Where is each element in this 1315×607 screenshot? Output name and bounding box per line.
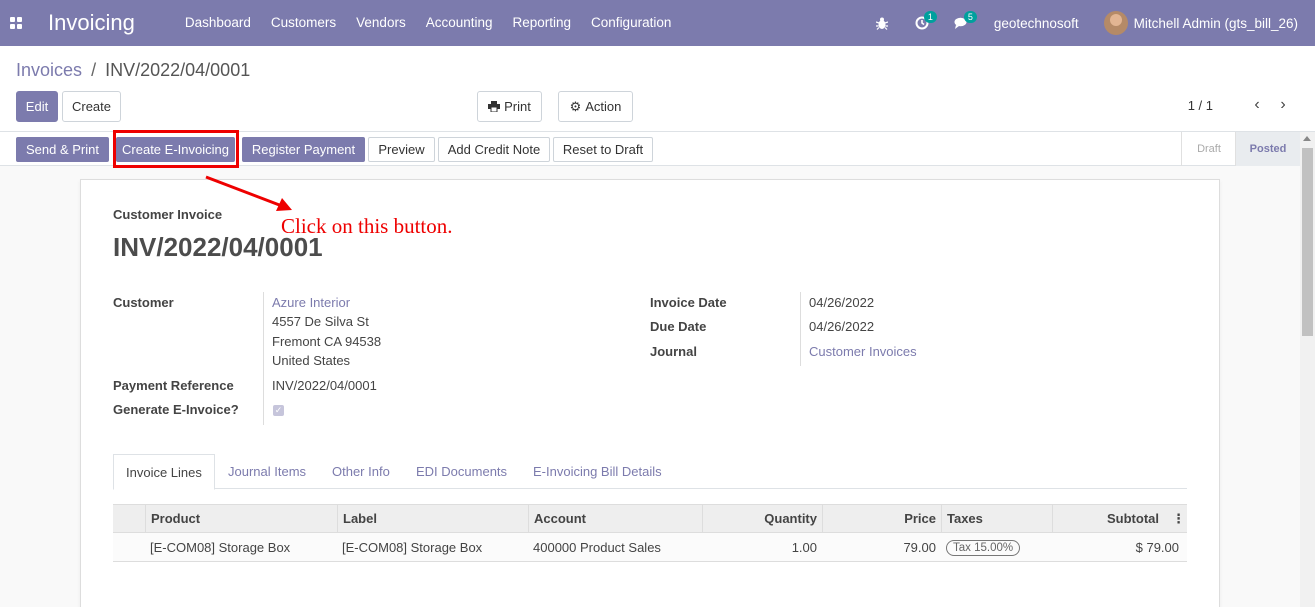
column-account[interactable]: Account xyxy=(528,505,702,532)
print-button[interactable]: Print xyxy=(477,91,542,122)
address-line-1: 4557 De Silva St xyxy=(272,314,369,329)
column-label[interactable]: Label xyxy=(337,505,528,532)
messages-icon[interactable]: 5 xyxy=(942,0,982,46)
address-line-3: United States xyxy=(272,353,351,368)
column-taxes[interactable]: Taxes xyxy=(941,505,1052,532)
column-price[interactable]: Price xyxy=(822,505,941,532)
preview-button[interactable]: Preview xyxy=(368,137,435,162)
pager-value[interactable]: 1 / 1 xyxy=(1188,98,1213,113)
status-stages: Draft Posted xyxy=(1181,132,1315,166)
form-sheet: Customer Invoice INV/2022/04/0001 Custom… xyxy=(80,179,1220,607)
customer-label: Customer xyxy=(113,295,174,310)
menu-item-dashboard[interactable]: Dashboard xyxy=(175,0,261,46)
payment-reference-value: INV/2022/04/0001 xyxy=(272,378,377,393)
cell-quantity: 1.00 xyxy=(791,540,817,555)
action-label: Action xyxy=(585,99,622,114)
tab-other-info[interactable]: Other Info xyxy=(332,454,390,489)
cell-subtotal: $ 79.00 xyxy=(1135,540,1179,555)
address-line-2: Fremont CA 94538 xyxy=(272,334,382,349)
customer-link[interactable]: Azure Interior xyxy=(272,295,350,310)
add-credit-note-button[interactable]: Add Credit Note xyxy=(438,137,550,162)
edit-button[interactable]: Edit xyxy=(16,91,58,122)
cell-price: 79.00 xyxy=(903,540,936,555)
tab-einvoicing-bill-details[interactable]: E-Invoicing Bill Details xyxy=(533,454,662,489)
breadcrumb-current: INV/2022/04/0001 xyxy=(105,60,251,80)
activity-clock-icon[interactable]: 1 xyxy=(902,0,942,46)
main-menu: Dashboard Customers Vendors Accounting R… xyxy=(175,0,682,46)
due-date-label: Due Date xyxy=(650,319,707,334)
column-subtotal[interactable]: Subtotal xyxy=(1052,505,1164,532)
scroll-up-icon[interactable] xyxy=(1303,136,1311,141)
action-button[interactable]: ⚙ Action xyxy=(558,91,633,122)
register-payment-button[interactable]: Register Payment xyxy=(242,137,365,162)
table-row[interactable]: [E-COM08] Storage Box [E-COM08] Storage … xyxy=(113,533,1187,562)
breadcrumb-separator: / xyxy=(91,60,97,80)
form-content: Customer Invoice INV/2022/04/0001 Custom… xyxy=(0,166,1300,607)
annotation-arrow xyxy=(205,175,292,211)
reset-to-draft-button[interactable]: Reset to Draft xyxy=(553,137,653,162)
due-date-value: 04/26/2022 xyxy=(809,319,875,334)
breadcrumb-invoices[interactable]: Invoices xyxy=(16,60,82,80)
company-switcher[interactable]: geotechnosoft xyxy=(994,16,1079,31)
printer-icon xyxy=(488,101,501,112)
column-options-icon[interactable]: ⋮ xyxy=(1172,505,1185,532)
top-navbar: Invoicing Dashboard Customers Vendors Ac… xyxy=(0,0,1315,46)
invoice-date-label: Invoice Date xyxy=(650,295,727,310)
generate-einvoice-checkbox[interactable]: ✓ xyxy=(273,405,284,416)
cell-product: [E-COM08] Storage Box xyxy=(150,540,291,555)
column-product[interactable]: Product xyxy=(145,505,337,532)
user-menu[interactable]: Mitchell Admin (gts_bill_26) xyxy=(1103,11,1298,35)
notebook-tabs: Invoice Lines Journal Items Other Info E… xyxy=(113,454,1187,490)
journal-link[interactable]: Customer Invoices xyxy=(809,344,917,359)
cell-taxes: Tax 15.00% xyxy=(941,533,1052,562)
send-print-button[interactable]: Send & Print xyxy=(16,137,109,162)
field-divider-right xyxy=(800,292,801,366)
menu-item-customers[interactable]: Customers xyxy=(261,0,346,46)
menu-item-accounting[interactable]: Accounting xyxy=(416,0,503,46)
pager-next-icon[interactable]: › xyxy=(1271,93,1295,117)
tab-invoice-lines[interactable]: Invoice Lines xyxy=(113,454,215,490)
annotation-text: Click on this button. xyxy=(281,214,453,238)
user-name: Mitchell Admin (gts_bill_26) xyxy=(1133,15,1298,31)
tab-edi-documents[interactable]: EDI Documents xyxy=(416,454,507,489)
print-label: Print xyxy=(504,99,531,114)
payment-reference-label: Payment Reference xyxy=(113,378,234,393)
menu-item-reporting[interactable]: Reporting xyxy=(503,0,582,46)
cell-label: [E-COM08] Storage Box xyxy=(342,540,483,555)
debug-bug-icon[interactable] xyxy=(862,0,902,46)
invoice-date-value: 04/26/2022 xyxy=(809,295,875,310)
tax-tag: Tax 15.00% xyxy=(946,539,1021,556)
stage-draft: Draft xyxy=(1181,132,1236,166)
apps-menu-icon[interactable] xyxy=(0,0,32,46)
journal-label: Journal xyxy=(650,344,697,359)
column-quantity[interactable]: Quantity xyxy=(702,505,822,532)
page-scrollbar[interactable] xyxy=(1300,132,1315,607)
app-name[interactable]: Invoicing xyxy=(48,10,135,36)
breadcrumb: Invoices / INV/2022/04/0001 xyxy=(16,60,250,81)
cell-account: 400000 Product Sales xyxy=(533,540,661,555)
control-panel: Invoices / INV/2022/04/0001 Edit Create … xyxy=(0,46,1315,132)
generate-einvoice-label: Generate E-Invoice? xyxy=(113,402,239,417)
field-divider-left xyxy=(263,292,264,425)
scrollbar-thumb[interactable] xyxy=(1302,148,1313,336)
gear-icon: ⚙ xyxy=(569,98,582,114)
systray: 1 5 geotechnosoft Mitchell Admin (gts_bi… xyxy=(862,0,1315,46)
menu-item-configuration[interactable]: Configuration xyxy=(581,0,681,46)
activity-badge: 1 xyxy=(923,11,937,23)
messages-badge: 5 xyxy=(963,11,977,23)
user-avatar xyxy=(1103,11,1128,35)
menu-item-vendors[interactable]: Vendors xyxy=(346,0,416,46)
tab-journal-items[interactable]: Journal Items xyxy=(228,454,306,489)
table-header: Product Label Account Quantity Price Tax… xyxy=(113,504,1187,533)
pager-previous-icon[interactable]: ‹ xyxy=(1245,93,1269,117)
highlight-box xyxy=(113,130,239,168)
create-button[interactable]: Create xyxy=(62,91,121,122)
